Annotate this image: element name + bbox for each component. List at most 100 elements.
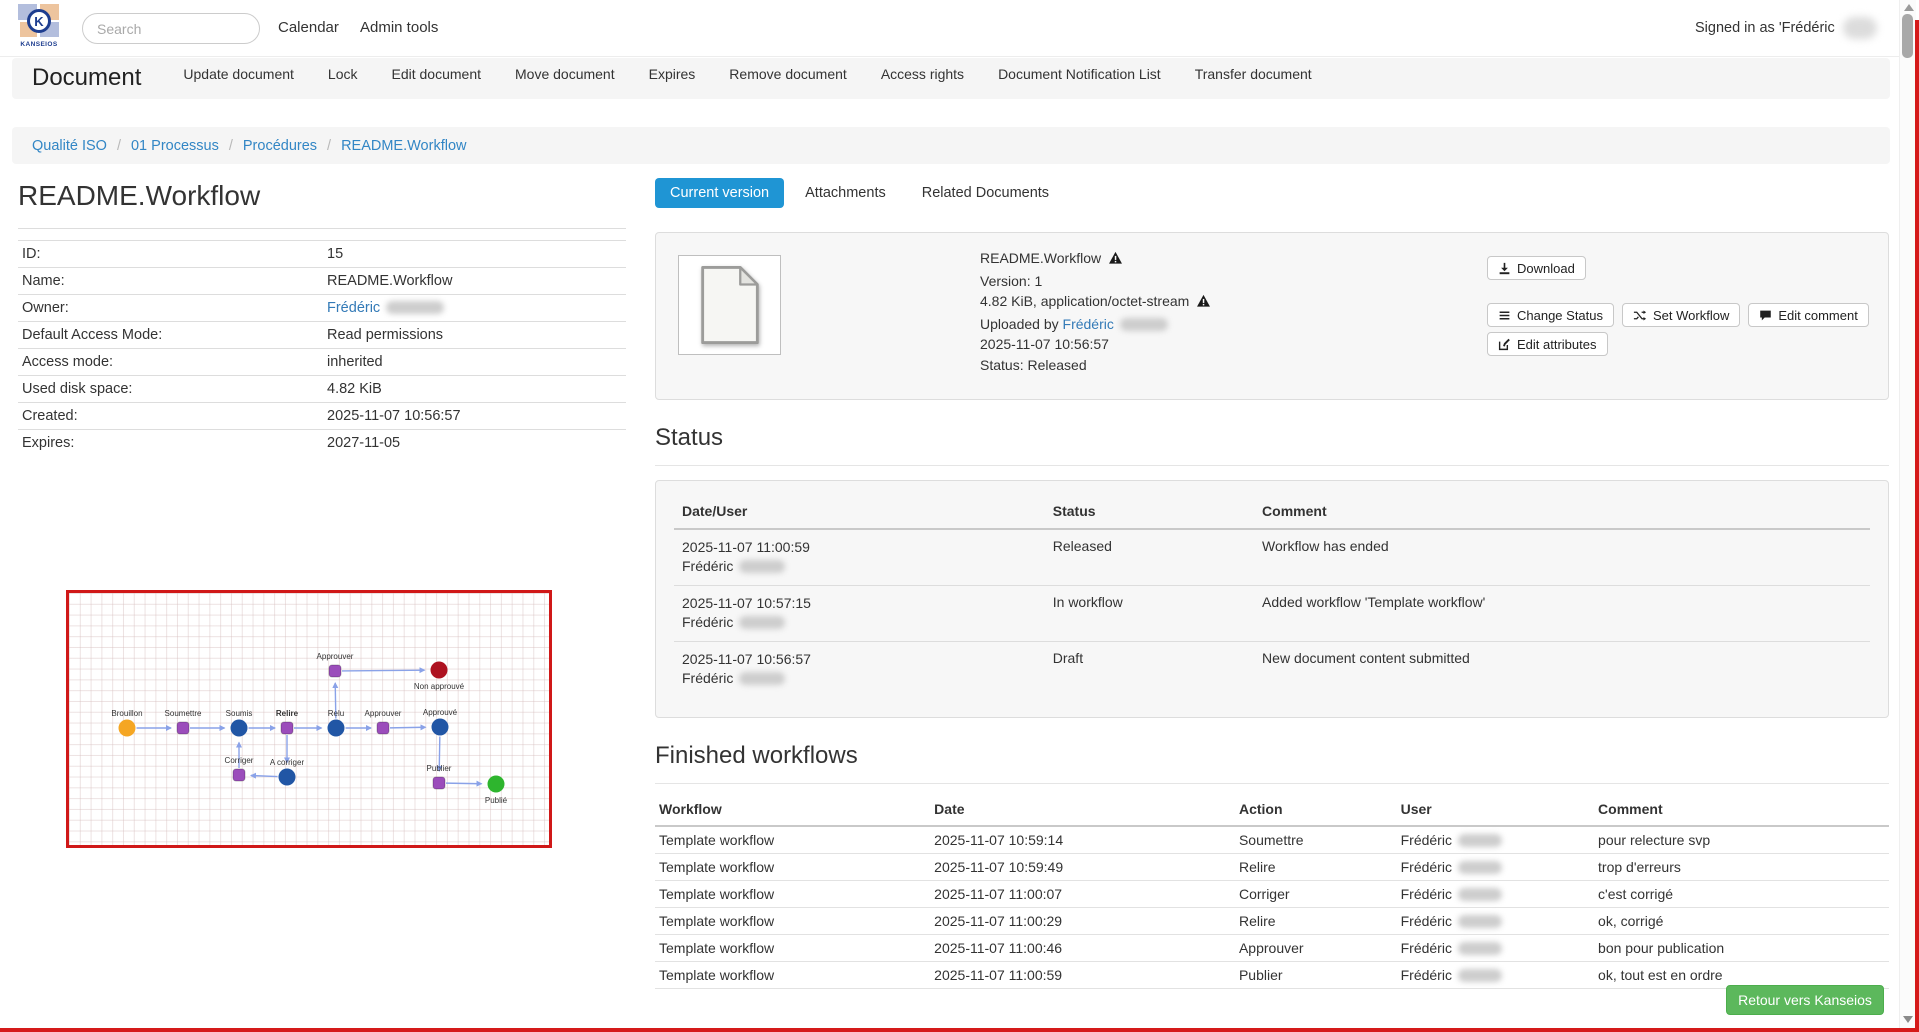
edit-comment-button-label: Edit comment	[1778, 308, 1857, 323]
set-workflow-button-label: Set Workflow	[1653, 308, 1729, 323]
info-row-name-: Name:README.Workflow	[18, 268, 626, 295]
tab-attachments[interactable]: Attachments	[790, 178, 901, 208]
download-button[interactable]: Download	[1487, 256, 1586, 280]
change-status-button[interactable]: Change Status	[1487, 303, 1614, 327]
status-row: 2025-11-07 10:57:15FrédéricIn workflowAd…	[674, 586, 1870, 642]
fw-user: Frédéric	[1397, 935, 1594, 962]
status-value: Released	[1045, 529, 1254, 586]
fw-date: 2025-11-07 10:59:49	[930, 854, 1235, 881]
menu-item-access-rights[interactable]: Access rights	[881, 66, 964, 82]
menubar-title: Document	[32, 64, 141, 92]
info-row-access-mode-: Access mode:inherited	[18, 349, 626, 376]
finished-workflows-table: WorkflowDateActionUserComment Template w…	[655, 795, 1889, 989]
fw-workflow: Template workflow	[655, 854, 930, 881]
status-col-date-user: Date/User	[674, 495, 1045, 529]
diagram-label-corriger: Corriger	[225, 756, 254, 765]
uploader-link[interactable]: Frédéric	[1063, 316, 1114, 332]
tab-current-version[interactable]: Current version	[655, 178, 784, 208]
scrollbar-down-arrow-icon[interactable]	[1903, 1016, 1913, 1023]
breadcrumb-separator: /	[117, 138, 121, 154]
menu-item-lock[interactable]: Lock	[328, 66, 358, 82]
search-input[interactable]	[82, 13, 260, 44]
tab-related-documents[interactable]: Related Documents	[907, 178, 1064, 208]
breadcrumb-link-proc-dures[interactable]: Procédures	[243, 138, 317, 154]
info-label: ID:	[18, 241, 323, 268]
top-navbar: K KANSEIOS Calendar Admin tools Signed i…	[0, 0, 1919, 57]
set-workflow-button[interactable]: Set Workflow	[1622, 303, 1740, 327]
status-user: Frédéric	[682, 613, 1037, 632]
info-value: 15	[323, 241, 626, 268]
version-actions-top: Download	[1487, 256, 1586, 280]
menu-items: Update document Lock Edit document Move doc…	[183, 66, 1311, 82]
fw-user: Frédéric	[1397, 826, 1594, 854]
diagram-label-approuver: Approuver	[365, 709, 402, 718]
redacted-name	[1458, 915, 1502, 928]
document-info-table: ID:15Name:README.WorkflowOwner:FrédéricD…	[18, 228, 626, 456]
breadcrumb-link-readme-workflow[interactable]: README.Workflow	[341, 138, 466, 154]
fw-workflow: Template workflow	[655, 908, 930, 935]
logo-k-icon: K	[27, 9, 51, 33]
diagram-node-approuver	[329, 665, 341, 677]
fw-user: Frédéric	[1397, 881, 1594, 908]
info-label: Created:	[18, 403, 323, 430]
fw-action: Relire	[1235, 908, 1397, 935]
status-value: In workflow	[1045, 586, 1254, 642]
breadcrumb-link-01-processus[interactable]: 01 Processus	[131, 138, 219, 154]
fw-date: 2025-11-07 11:00:29	[930, 908, 1235, 935]
finished-workflows-heading: Finished workflows	[655, 742, 1889, 784]
edit-attributes-button[interactable]: Edit attributes	[1487, 332, 1608, 356]
fw-user: Frédéric	[1397, 908, 1594, 935]
version-tabs: Current versionAttachmentsRelated Docume…	[655, 178, 1064, 208]
info-label: Expires:	[18, 430, 323, 457]
logo-squares: K	[18, 4, 60, 40]
redacted-name	[739, 672, 785, 685]
version-status: Status: Released	[980, 355, 1211, 376]
warning-icon	[1196, 293, 1211, 314]
menu-item-move-document[interactable]: Move document	[515, 66, 615, 82]
diagram-node-corriger	[233, 769, 245, 781]
warning-icon	[1108, 250, 1123, 271]
info-label: Owner:	[18, 295, 323, 322]
edit-comment-button[interactable]: Edit comment	[1748, 303, 1868, 327]
fw-col-action: Action	[1235, 795, 1397, 826]
fw-date: 2025-11-07 11:00:46	[930, 935, 1235, 962]
fw-date: 2025-11-07 11:00:59	[930, 962, 1235, 989]
info-value: 2027-11-05	[323, 430, 626, 457]
diagram-label-publi-: Publié	[485, 796, 508, 805]
diagram-label-soumis: Soumis	[226, 709, 253, 718]
nav-link-calendar[interactable]: Calendar	[278, 19, 339, 36]
diagram-node-soumettre	[177, 722, 189, 734]
document-details: README.Workflow ID:15Name:README.Workflo…	[18, 180, 626, 456]
status-row: 2025-11-07 11:00:59FrédéricReleasedWorkf…	[674, 529, 1870, 586]
info-label: Used disk space:	[18, 376, 323, 403]
page-scrollbar[interactable]	[1899, 0, 1916, 1032]
scrollbar-up-arrow-icon[interactable]	[1904, 4, 1914, 11]
back-to-kanseios-button[interactable]: Retour vers Kanseios	[1726, 985, 1884, 1015]
menu-item-remove-document[interactable]: Remove document	[729, 66, 847, 82]
nav-link-admin-tools[interactable]: Admin tools	[360, 19, 438, 36]
diagram-label-publier: Publier	[427, 764, 452, 773]
diagram-node-soumis	[231, 720, 248, 737]
info-value: Read permissions	[323, 322, 626, 349]
fw-date: 2025-11-07 10:59:14	[930, 826, 1235, 854]
fw-comment: pour relecture svp	[1594, 826, 1889, 854]
menu-item-expires[interactable]: Expires	[649, 66, 696, 82]
redacted-name	[1458, 942, 1502, 955]
menu-item-update-document[interactable]: Update document	[183, 66, 294, 82]
user-avatar[interactable]	[1843, 17, 1877, 39]
redacted-name	[1458, 834, 1502, 847]
menu-item-transfer-document[interactable]: Transfer document	[1195, 66, 1312, 82]
redacted-name	[1458, 888, 1502, 901]
breadcrumb-link-qualit-iso[interactable]: Qualité ISO	[32, 138, 107, 154]
info-row-used-disk-space-: Used disk space:4.82 KiB	[18, 376, 626, 403]
scrollbar-thumb[interactable]	[1902, 14, 1913, 58]
menu-item-edit-document[interactable]: Edit document	[392, 66, 482, 82]
menu-item-document-notification-list[interactable]: Document Notification List	[998, 66, 1161, 82]
info-value: 2025-11-07 10:56:57	[323, 403, 626, 430]
owner-link[interactable]: Frédéric	[327, 300, 380, 316]
kanseios-logo[interactable]: K KANSEIOS	[14, 4, 64, 54]
current-version-panel: README.Workflow Version: 1 4.82 KiB, app…	[655, 232, 1889, 400]
diagram-node-approuv-	[432, 719, 449, 736]
redacted-name	[1120, 318, 1168, 331]
fw-row: Template workflow2025-11-07 11:00:07Corr…	[655, 881, 1889, 908]
